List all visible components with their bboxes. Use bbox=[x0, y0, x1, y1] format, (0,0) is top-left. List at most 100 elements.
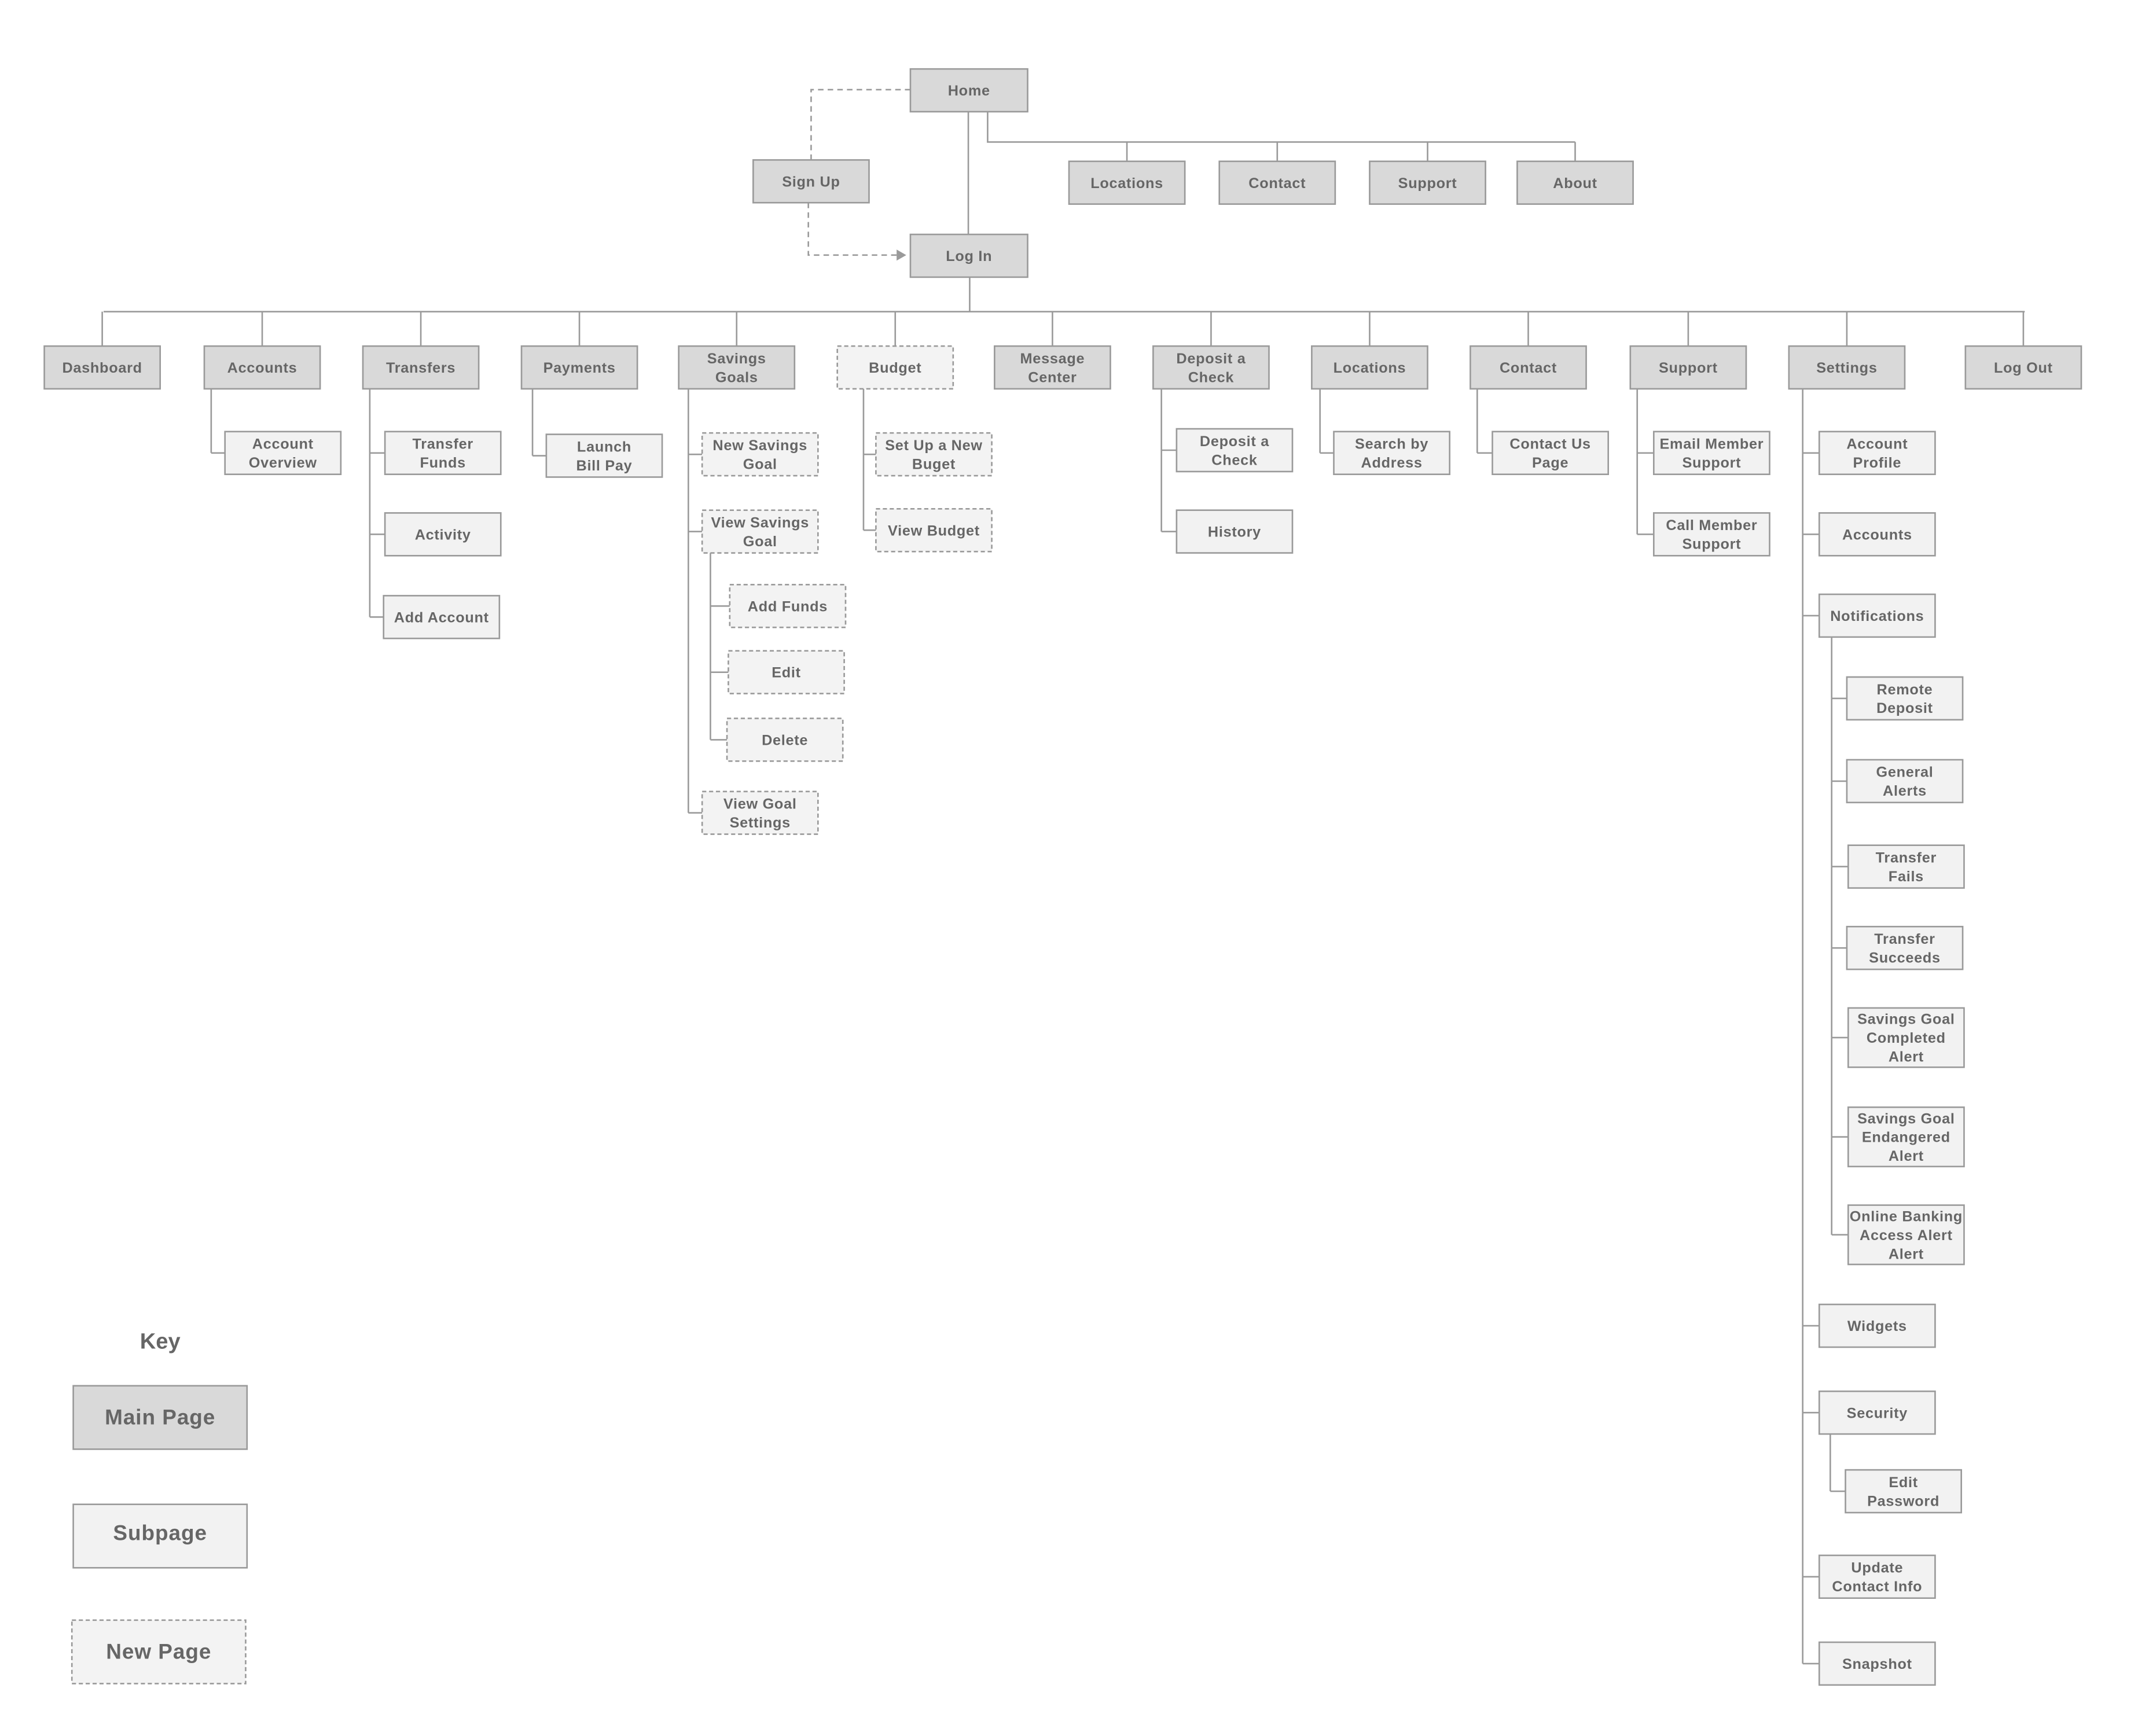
page-node-locations[interactable]: Locations bbox=[1311, 345, 1428, 390]
page-node-general-alerts[interactable]: General Alerts bbox=[1846, 759, 1964, 804]
node-label: Locations bbox=[1090, 175, 1163, 192]
page-node-online-banking-access-alert-alert[interactable]: Online Banking Access Alert Alert bbox=[1847, 1204, 1965, 1266]
node-label: Funds bbox=[420, 455, 466, 471]
key-new-page-label: New Page bbox=[106, 1640, 211, 1664]
node-label: Page bbox=[1532, 455, 1568, 471]
page-node-security[interactable]: Security bbox=[1818, 1390, 1936, 1435]
page-node-account-profile[interactable]: Account Profile bbox=[1818, 431, 1936, 476]
page-node-transfer-fails[interactable]: Transfer Fails bbox=[1847, 844, 1965, 889]
page-node-account-overview[interactable]: Account Overview bbox=[224, 431, 342, 476]
page-node-accounts[interactable]: Accounts bbox=[203, 345, 321, 390]
node-label: History bbox=[1208, 524, 1261, 540]
node-label: Widgets bbox=[1847, 1318, 1907, 1334]
page-node-about[interactable]: About bbox=[1516, 160, 1634, 205]
node-label: Contact bbox=[1248, 175, 1306, 192]
node-label: Budget bbox=[869, 360, 921, 376]
page-node-contact-us-page[interactable]: Contact Us Page bbox=[1492, 431, 1610, 476]
node-label: Add Funds bbox=[748, 598, 828, 615]
node-label: Transfer bbox=[413, 436, 473, 453]
node-label: Check bbox=[1211, 452, 1258, 468]
page-node-contact[interactable]: Contact bbox=[1218, 160, 1336, 205]
page-node-support[interactable]: Support bbox=[1629, 345, 1747, 390]
page-node-edit[interactable]: Edit bbox=[728, 650, 845, 694]
page-node-email-member-support[interactable]: Email Member Support bbox=[1653, 431, 1770, 476]
page-node-log-in[interactable]: Log In bbox=[909, 233, 1028, 278]
page-node-view-budget[interactable]: View Budget bbox=[875, 507, 993, 553]
page-node-support[interactable]: Support bbox=[1369, 160, 1486, 205]
node-label: Log In bbox=[946, 248, 992, 264]
page-node-home[interactable]: Home bbox=[909, 68, 1028, 113]
page-node-snapshot[interactable]: Snapshot bbox=[1818, 1641, 1936, 1686]
page-node-budget[interactable]: Budget bbox=[836, 345, 954, 390]
node-label: Endangered bbox=[1862, 1130, 1950, 1146]
page-node-deposit-a-check[interactable]: Deposit a Check bbox=[1152, 345, 1270, 390]
page-node-activity[interactable]: Activity bbox=[384, 512, 502, 557]
page-node-dashboard[interactable]: Dashboard bbox=[43, 345, 161, 390]
page-node-update-contact-info[interactable]: Update Contact Info bbox=[1818, 1554, 1936, 1599]
node-label: Activity bbox=[415, 527, 471, 543]
node-label: Goal bbox=[743, 534, 777, 550]
page-node-savings-goal-completed-alert[interactable]: Savings Goal Completed Alert bbox=[1847, 1007, 1965, 1068]
key-title: Key bbox=[140, 1329, 181, 1354]
page-node-deposit-a-check[interactable]: Deposit a Check bbox=[1175, 428, 1294, 473]
page-node-contact[interactable]: Contact bbox=[1470, 345, 1587, 390]
node-label: Contact Info bbox=[1832, 1579, 1922, 1595]
node-label: Snapshot bbox=[1842, 1656, 1912, 1672]
node-label: Support bbox=[1683, 536, 1742, 553]
page-node-set-up-a-new-buget[interactable]: Set Up a New Buget bbox=[875, 432, 993, 477]
page-node-savings-goals[interactable]: Savings Goals bbox=[678, 345, 796, 390]
node-label: Set Up a New bbox=[885, 437, 983, 454]
page-node-settings[interactable]: Settings bbox=[1788, 345, 1906, 390]
page-node-accounts[interactable]: Accounts bbox=[1818, 512, 1936, 557]
key-main-page: Main Page bbox=[72, 1385, 248, 1450]
node-label: Transfers bbox=[386, 360, 455, 376]
page-node-savings-goal-endangered-alert[interactable]: Savings Goal Endangered Alert bbox=[1847, 1106, 1965, 1168]
page-node-search-by-address[interactable]: Search by Address bbox=[1333, 431, 1450, 476]
page-node-add-account[interactable]: Add Account bbox=[383, 595, 501, 639]
key-main-page-label: Main Page bbox=[105, 1405, 215, 1429]
node-label: Search by bbox=[1355, 436, 1428, 453]
node-label: Email Member bbox=[1660, 436, 1764, 453]
page-node-sign-up[interactable]: Sign Up bbox=[752, 159, 870, 204]
node-label: Alert bbox=[1889, 1148, 1924, 1164]
page-node-widgets[interactable]: Widgets bbox=[1818, 1303, 1936, 1348]
node-label: Accounts bbox=[1842, 527, 1912, 543]
node-label: View Goal bbox=[723, 796, 797, 812]
node-label: Savings Goal bbox=[1857, 1012, 1955, 1028]
node-label: Accounts bbox=[227, 360, 297, 376]
page-node-call-member-support[interactable]: Call Member Support bbox=[1653, 512, 1770, 557]
node-label: Notifications bbox=[1830, 608, 1924, 624]
page-node-log-out[interactable]: Log Out bbox=[1964, 345, 2082, 390]
page-node-delete[interactable]: Delete bbox=[726, 718, 844, 762]
node-label: Dashboard bbox=[62, 360, 142, 376]
page-node-notifications[interactable]: Notifications bbox=[1818, 593, 1936, 638]
page-node-transfer-funds[interactable]: Transfer Funds bbox=[384, 431, 502, 476]
node-label: Bill Pay bbox=[576, 458, 633, 474]
node-label: Support bbox=[1398, 175, 1457, 192]
key-subpage-label: Subpage bbox=[113, 1521, 207, 1545]
page-node-message-center[interactable]: Message Center bbox=[994, 345, 1111, 390]
node-label: Alert bbox=[1889, 1049, 1924, 1065]
node-label: Launch bbox=[577, 439, 631, 455]
legend-key: Key Main Page Subpage New Page bbox=[71, 1329, 248, 1684]
page-node-payments[interactable]: Payments bbox=[520, 345, 638, 390]
node-label: Transfer bbox=[1874, 931, 1935, 947]
page-node-new-savings-goal[interactable]: New Savings Goal bbox=[701, 432, 819, 477]
node-label: Edit bbox=[772, 665, 801, 681]
node-label: Buget bbox=[912, 456, 956, 472]
page-node-launch-bill-pay[interactable]: Launch Bill Pay bbox=[545, 433, 663, 478]
node-label: View Budget bbox=[888, 523, 980, 539]
page-node-locations[interactable]: Locations bbox=[1068, 160, 1186, 205]
node-label: Savings bbox=[707, 351, 766, 367]
sitemap-diagram: Home Sign Up Log In Locations Contact Support… bbox=[43, 68, 2082, 1686]
page-node-remote-deposit[interactable]: Remote Deposit bbox=[1846, 676, 1964, 721]
page-node-transfer-succeeds[interactable]: Transfer Succeeds bbox=[1846, 925, 1964, 970]
connector-line bbox=[987, 112, 1575, 143]
page-node-edit-password[interactable]: Edit Password bbox=[1845, 1469, 1963, 1514]
page-node-view-savings-goal[interactable]: View Savings Goal bbox=[701, 509, 819, 554]
page-node-view-goal-settings[interactable]: View Goal Settings bbox=[701, 790, 819, 835]
page-node-transfers[interactable]: Transfers bbox=[362, 345, 480, 390]
page-node-history[interactable]: History bbox=[1175, 509, 1294, 554]
node-label: Security bbox=[1847, 1405, 1908, 1421]
page-node-add-funds[interactable]: Add Funds bbox=[729, 584, 847, 628]
